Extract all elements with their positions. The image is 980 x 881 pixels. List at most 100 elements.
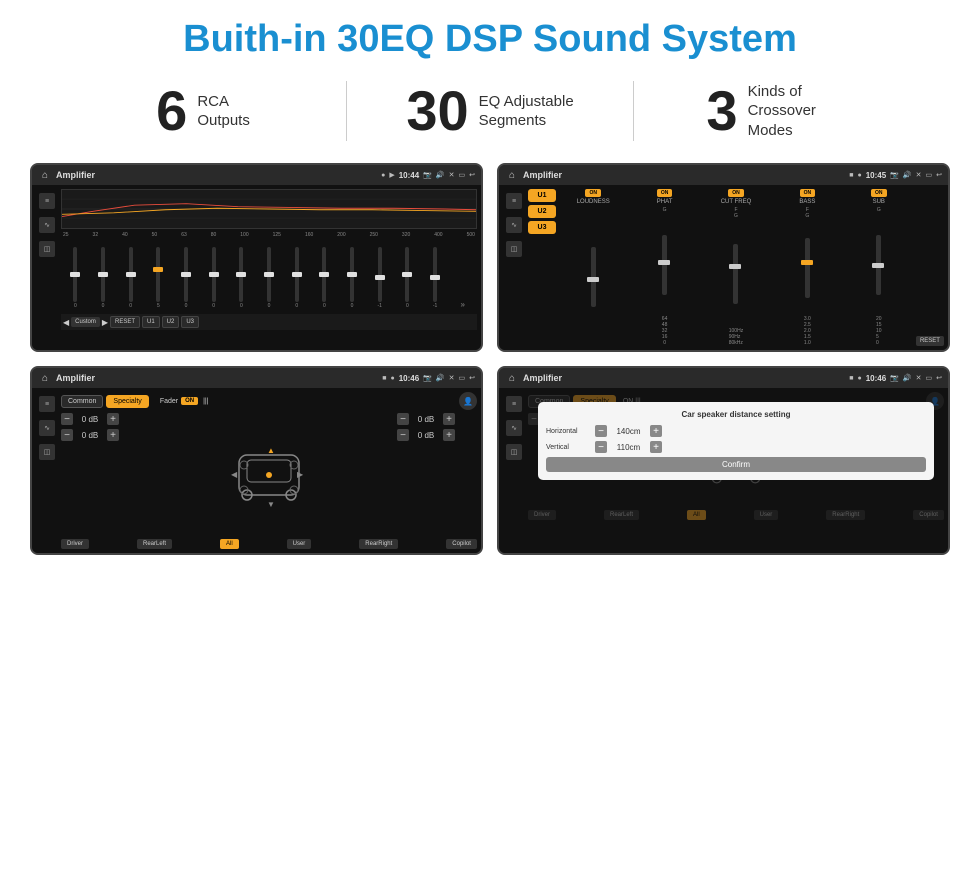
- eq-slider-6[interactable]: 0: [229, 247, 254, 309]
- cross-reset-btn[interactable]: RESET: [916, 336, 944, 346]
- cross-loudness-slider[interactable]: [591, 247, 596, 307]
- eq-u1-btn[interactable]: U1: [142, 316, 160, 328]
- eq-reset-btn[interactable]: RESET: [110, 316, 140, 328]
- cross-u1-btn[interactable]: U1: [528, 189, 556, 202]
- cross-cutfreq-toggle[interactable]: ON: [728, 189, 744, 197]
- screens-grid: ⌂ Amplifier ● ▶ 10:44 📷 🔊 ✕ ▭ ↩ ≡ ∿ ◫: [0, 155, 980, 565]
- eq-slider-10[interactable]: 0: [340, 247, 365, 309]
- eq-slider-11[interactable]: -1: [367, 247, 392, 309]
- eq-slider-4[interactable]: 0: [174, 247, 199, 309]
- eq-slider-0[interactable]: 0: [63, 247, 88, 309]
- fader-rearleft-btn[interactable]: RearLeft: [137, 539, 172, 549]
- eq-slider-1[interactable]: 0: [91, 247, 116, 309]
- status-bar-1: ⌂ Amplifier ● ▶ 10:44 📷 🔊 ✕ ▭ ↩: [32, 165, 481, 185]
- cross-sub-slider[interactable]: [876, 235, 881, 295]
- cross-bass-slider[interactable]: [805, 238, 810, 298]
- screen4-title: Amplifier: [523, 373, 845, 383]
- cross-cutfreq: ON CUT FREQ FG 100Hz90Hz80kHz: [702, 189, 770, 346]
- volume-icon-4[interactable]: 🔊: [903, 374, 912, 382]
- fader-wave-icon[interactable]: ∿: [39, 420, 55, 436]
- cross-u3-btn[interactable]: U3: [528, 221, 556, 234]
- eq-filter-icon[interactable]: ≡: [39, 193, 55, 209]
- dist-speaker-icon[interactable]: ◫: [506, 444, 522, 460]
- eq-wave-icon[interactable]: ∿: [39, 217, 55, 233]
- fader-plus-2[interactable]: +: [443, 413, 455, 425]
- dist-vertical-plus[interactable]: +: [650, 441, 662, 453]
- cross-bass-toggle[interactable]: ON: [800, 189, 816, 197]
- close-icon-3[interactable]: ✕: [449, 374, 455, 382]
- eq-sliders: 0 0 0 5 0: [61, 241, 477, 311]
- cross-phat-slider[interactable]: [662, 235, 667, 295]
- eq-speaker-icon[interactable]: ◫: [39, 241, 55, 257]
- fader-rearright-btn[interactable]: RearRight: [359, 539, 398, 549]
- fader-label: Fader: [160, 398, 178, 405]
- fader-speaker-icon[interactable]: ◫: [39, 444, 55, 460]
- volume-icon-1[interactable]: 🔊: [436, 171, 445, 179]
- eq-expand-btn[interactable]: »: [450, 300, 475, 309]
- home-icon-4[interactable]: ⌂: [505, 371, 519, 385]
- eq-slider-8[interactable]: 0: [284, 247, 309, 309]
- cross-filter-icon[interactable]: ≡: [506, 193, 522, 209]
- close-icon-2[interactable]: ✕: [916, 171, 922, 179]
- cross-loudness-toggle[interactable]: ON: [585, 189, 601, 197]
- dist-vertical-minus[interactable]: −: [595, 441, 607, 453]
- back-icon-1[interactable]: ↩: [469, 171, 475, 179]
- dist-filter-icon[interactable]: ≡: [506, 396, 522, 412]
- fader-plus-0[interactable]: +: [107, 413, 119, 425]
- fader-plus-3[interactable]: +: [443, 429, 455, 441]
- cross-speaker-icon[interactable]: ◫: [506, 241, 522, 257]
- dist-horizontal-minus[interactable]: −: [595, 425, 607, 437]
- fader-content: ≡ ∿ ◫ Common Specialty Fader ON ||| 👤: [32, 388, 481, 553]
- cross-wave-icon[interactable]: ∿: [506, 217, 522, 233]
- fader-tab-specialty[interactable]: Specialty: [106, 395, 148, 408]
- back-icon-2[interactable]: ↩: [936, 171, 942, 179]
- fader-layout: − 0 dB + − 0 dB +: [61, 413, 477, 536]
- fader-minus-1[interactable]: −: [61, 429, 73, 441]
- screen-eq: ⌂ Amplifier ● ▶ 10:44 📷 🔊 ✕ ▭ ↩ ≡ ∿ ◫: [30, 163, 483, 352]
- eq-slider-12[interactable]: 0: [395, 247, 420, 309]
- eq-slider-3[interactable]: 5: [146, 247, 171, 309]
- confirm-button[interactable]: Confirm: [546, 457, 926, 472]
- eq-slider-5[interactable]: 0: [201, 247, 226, 309]
- cross-cutfreq-slider[interactable]: [733, 244, 738, 304]
- eq-u3-btn[interactable]: U3: [181, 316, 199, 328]
- fader-filter-icon[interactable]: ≡: [39, 396, 55, 412]
- back-icon-3[interactable]: ↩: [469, 374, 475, 382]
- back-icon-4[interactable]: ↩: [936, 374, 942, 382]
- cross-phat-toggle[interactable]: ON: [657, 189, 673, 197]
- eq-slider-9[interactable]: 0: [312, 247, 337, 309]
- eq-slider-13[interactable]: -1: [423, 247, 448, 309]
- home-icon-2[interactable]: ⌂: [505, 168, 519, 182]
- cross-sub-toggle[interactable]: ON: [871, 189, 887, 197]
- close-icon-1[interactable]: ✕: [449, 171, 455, 179]
- dist-horizontal-label: Horizontal: [546, 428, 591, 435]
- volume-icon-3[interactable]: 🔊: [436, 374, 445, 382]
- window-icon-1: ▭: [459, 171, 466, 179]
- dist-horizontal-plus[interactable]: +: [650, 425, 662, 437]
- fader-copilot-btn[interactable]: Copilot: [446, 539, 477, 549]
- stat-rca-desc: RCAOutputs: [197, 92, 250, 131]
- eq-slider-2[interactable]: 0: [118, 247, 143, 309]
- fader-minus-3[interactable]: −: [397, 429, 409, 441]
- window-icon-2: ▭: [926, 171, 933, 179]
- home-icon-3[interactable]: ⌂: [38, 371, 52, 385]
- fader-all-btn[interactable]: All: [220, 539, 239, 549]
- eq-play-btn[interactable]: ▶: [102, 318, 108, 327]
- eq-u2-btn[interactable]: U2: [162, 316, 180, 328]
- cross-u2-btn[interactable]: U2: [528, 205, 556, 218]
- fader-minus-2[interactable]: −: [397, 413, 409, 425]
- fader-tab-common[interactable]: Common: [61, 395, 103, 408]
- fader-driver-btn[interactable]: Driver: [61, 539, 89, 549]
- fader-minus-0[interactable]: −: [61, 413, 73, 425]
- eq-slider-7[interactable]: 0: [257, 247, 282, 309]
- dist-wave-icon[interactable]: ∿: [506, 420, 522, 436]
- fader-profile-icon[interactable]: 👤: [459, 392, 477, 410]
- fader-plus-1[interactable]: +: [107, 429, 119, 441]
- eq-prev-btn[interactable]: ◀: [63, 318, 69, 327]
- play-icon-1[interactable]: ▶: [389, 171, 394, 179]
- fader-toggle[interactable]: ON: [181, 397, 198, 405]
- fader-user-btn[interactable]: User: [287, 539, 312, 549]
- home-icon-1[interactable]: ⌂: [38, 168, 52, 182]
- close-icon-4[interactable]: ✕: [916, 374, 922, 382]
- volume-icon-2[interactable]: 🔊: [903, 171, 912, 179]
